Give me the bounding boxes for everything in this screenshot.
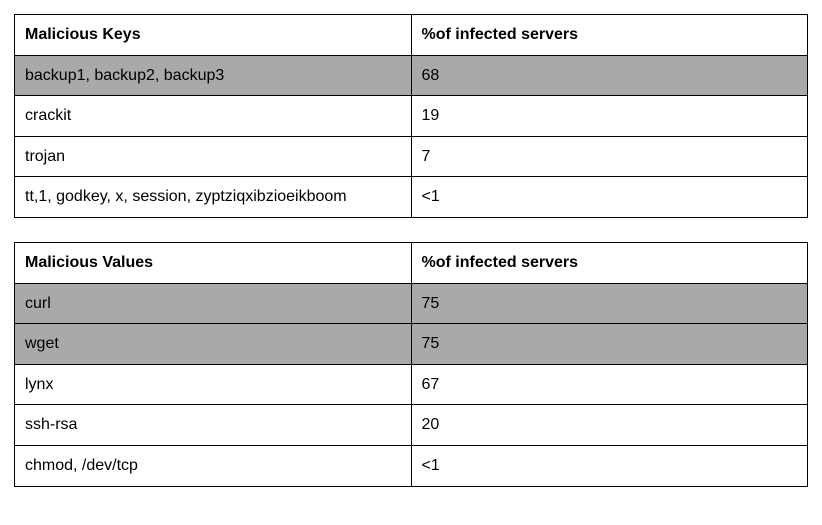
values-header-col2: %of infected servers xyxy=(411,242,808,283)
table-row: wget75 xyxy=(15,324,808,365)
keys-header-col2: %of infected servers xyxy=(411,15,808,56)
table-header-row: Malicious Keys %of infected servers xyxy=(15,15,808,56)
values-header-col1: Malicious Values xyxy=(15,242,412,283)
table-row: tt,1, godkey, x, session, zyptziqxibzioe… xyxy=(15,177,808,218)
malicious-keys-table: Malicious Keys %of infected servers back… xyxy=(14,14,808,218)
table-header-row: Malicious Values %of infected servers xyxy=(15,242,808,283)
cell-key: chmod, /dev/tcp xyxy=(15,445,412,486)
cell-key: backup1, backup2, backup3 xyxy=(15,55,412,96)
cell-key: crackit xyxy=(15,96,412,137)
keys-header-col1: Malicious Keys xyxy=(15,15,412,56)
values-tbody: curl75wget75lynx67ssh-rsa20chmod, /dev/t… xyxy=(15,283,808,486)
cell-key: ssh-rsa xyxy=(15,405,412,446)
table-row: chmod, /dev/tcp<1 xyxy=(15,445,808,486)
cell-pct: <1 xyxy=(411,177,808,218)
table-row: lynx67 xyxy=(15,364,808,405)
table-row: ssh-rsa20 xyxy=(15,405,808,446)
cell-pct: 68 xyxy=(411,55,808,96)
cell-key: trojan xyxy=(15,136,412,177)
cell-pct: 75 xyxy=(411,283,808,324)
cell-pct: <1 xyxy=(411,445,808,486)
table-row: crackit19 xyxy=(15,96,808,137)
cell-key: curl xyxy=(15,283,412,324)
cell-key: tt,1, godkey, x, session, zyptziqxibzioe… xyxy=(15,177,412,218)
table-row: curl75 xyxy=(15,283,808,324)
table-row: backup1, backup2, backup368 xyxy=(15,55,808,96)
cell-pct: 75 xyxy=(411,324,808,365)
cell-pct: 7 xyxy=(411,136,808,177)
cell-pct: 67 xyxy=(411,364,808,405)
malicious-values-table: Malicious Values %of infected servers cu… xyxy=(14,242,808,487)
cell-pct: 20 xyxy=(411,405,808,446)
cell-pct: 19 xyxy=(411,96,808,137)
cell-key: wget xyxy=(15,324,412,365)
table-row: trojan7 xyxy=(15,136,808,177)
keys-tbody: backup1, backup2, backup368crackit19troj… xyxy=(15,55,808,217)
cell-key: lynx xyxy=(15,364,412,405)
